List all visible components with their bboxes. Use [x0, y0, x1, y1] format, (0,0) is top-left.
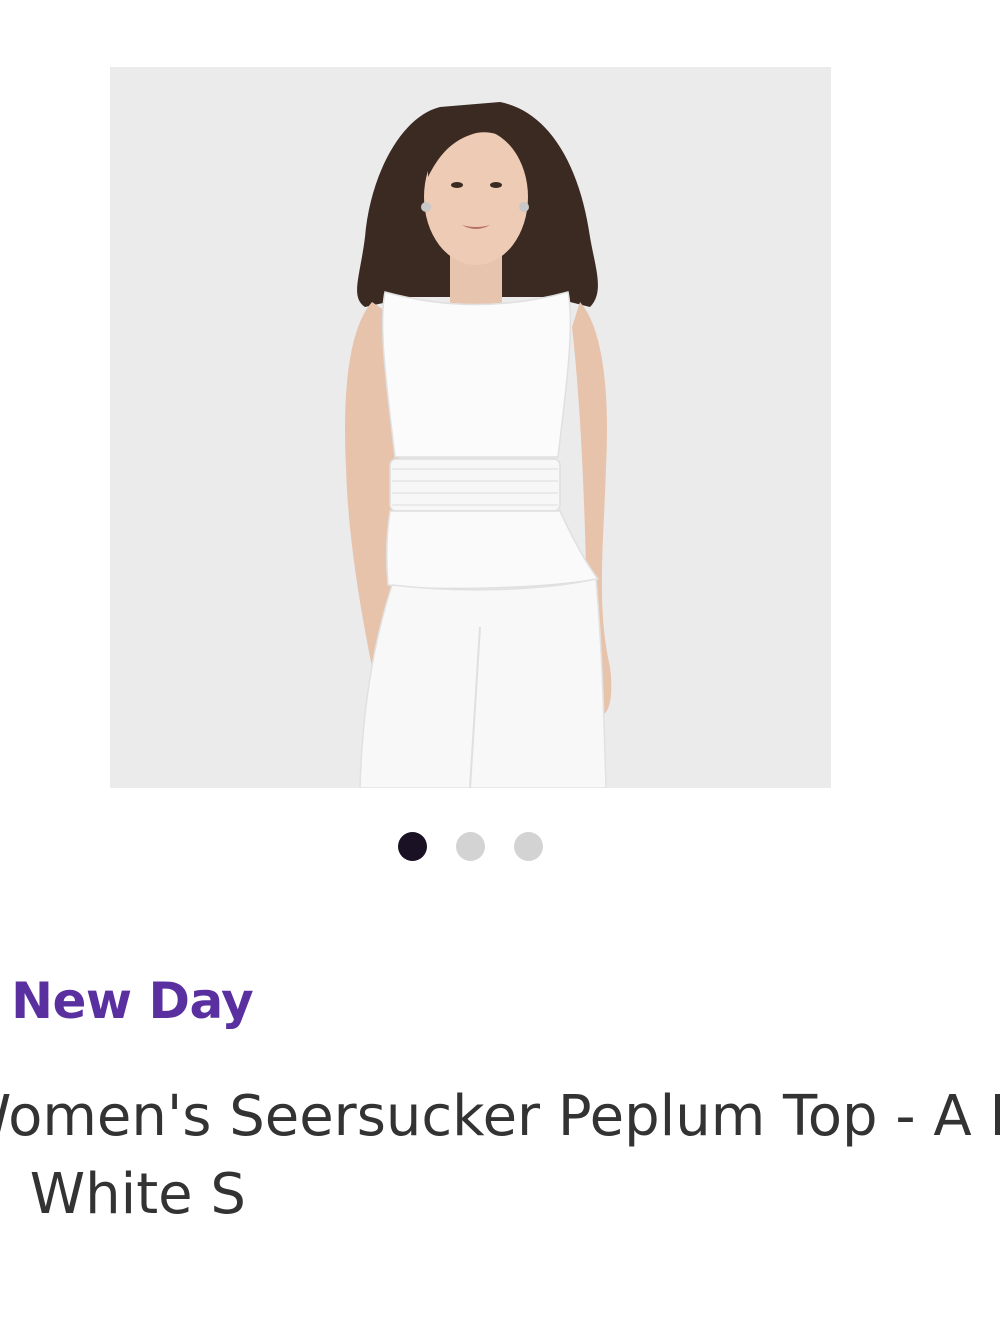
- carousel-dot-2[interactable]: [456, 832, 485, 861]
- product-title-line-2: ™ White S: [0, 1162, 246, 1227]
- product-title-line-1: Women's Seersucker Peplum Top - A New Da…: [0, 1084, 1000, 1149]
- carousel-dot-1[interactable]: [398, 832, 427, 861]
- product-title: Women's Seersucker Peplum Top - A New Da…: [0, 1078, 1000, 1234]
- product-image[interactable]: [110, 67, 831, 788]
- image-carousel-dots: [0, 832, 941, 861]
- product-page: A New Day Women's Seersucker Peplum Top …: [0, 0, 1000, 1333]
- carousel-dot-3[interactable]: [514, 832, 543, 861]
- product-photo: [110, 67, 831, 788]
- brand-link[interactable]: A New Day: [0, 972, 254, 1030]
